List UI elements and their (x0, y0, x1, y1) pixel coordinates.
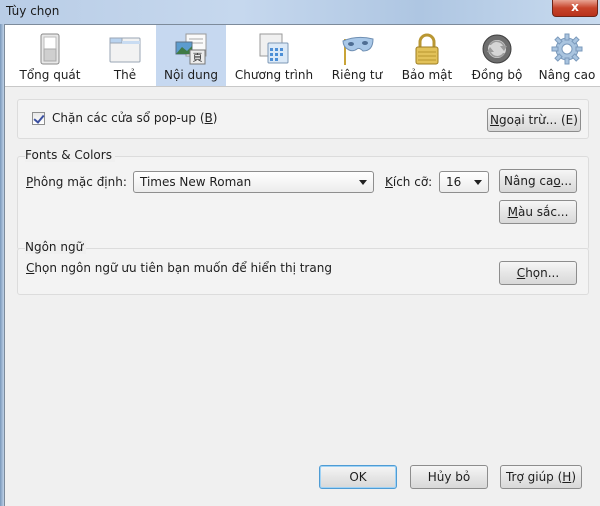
font-size-label: Kích cỡ: (385, 175, 433, 189)
content-icon: 頁 (173, 33, 209, 65)
svg-text:頁: 頁 (193, 52, 203, 64)
tab-tabs[interactable]: Thẻ (97, 25, 153, 86)
sync-icon (479, 33, 515, 65)
ok-button[interactable]: OK (319, 465, 397, 489)
colors-button[interactable]: Màu sắc... (499, 200, 577, 224)
title-bar: Tùy chọn x (0, 0, 600, 24)
popup-group: Chặn các cửa sổ pop-up (B) Ngoại trừ... … (17, 99, 589, 139)
block-popups-label: Chặn các cửa sổ pop-up (B) (52, 111, 218, 125)
help-button[interactable]: Trợ giúp (H) (500, 465, 582, 489)
tab-sync[interactable]: Đồng bộ (465, 25, 529, 86)
tab-tabs-label: Thẻ (113, 68, 137, 82)
tab-general[interactable]: Tổng quát (17, 25, 83, 86)
close-button[interactable]: x (552, 0, 598, 17)
fonts-colors-heading: Fonts & Colors (25, 148, 115, 162)
tab-advanced-label: Nâng cao (538, 68, 596, 82)
tab-applications-label: Chương trình (234, 68, 314, 82)
fonts-advanced-button[interactable]: Nâng cao... (499, 169, 577, 193)
tab-content-label: Nội dung (164, 68, 218, 82)
tab-sync-label: Đồng bộ (471, 68, 523, 82)
switch-icon (32, 33, 68, 65)
tabs-window-icon (107, 33, 143, 65)
padlock-icon (409, 33, 445, 65)
applications-icon (256, 33, 292, 65)
mask-icon (339, 33, 375, 65)
default-font-value: Times New Roman (140, 175, 252, 189)
gear-icon (549, 33, 585, 65)
exceptions-button[interactable]: Ngoại trừ... (E) (487, 108, 581, 132)
default-font-select[interactable]: Times New Roman (133, 171, 374, 193)
default-font-label: Phông mặc định: (26, 175, 127, 189)
font-size-select[interactable]: 16 (439, 171, 489, 193)
chevron-down-icon (474, 180, 482, 185)
tab-privacy[interactable]: Riêng tư (327, 25, 387, 86)
cancel-button[interactable]: Hủy bỏ (410, 465, 488, 489)
category-toolbar: Tổng quát Thẻ 頁 Nội dung Chương trình Ri… (5, 25, 600, 87)
tab-security[interactable]: Bảo mật (396, 25, 458, 86)
tab-advanced[interactable]: Nâng cao (535, 25, 599, 86)
language-description: Chọn ngôn ngữ ưu tiên bạn muốn để hiển t… (26, 261, 332, 275)
block-popups-checkbox[interactable] (32, 112, 45, 125)
window-title: Tùy chọn (6, 4, 60, 18)
close-icon: x (571, 0, 579, 14)
chevron-down-icon (359, 180, 367, 185)
tab-privacy-label: Riêng tư (331, 68, 383, 82)
font-size-value: 16 (446, 175, 462, 189)
choose-language-button[interactable]: Chọn... (499, 261, 577, 285)
options-dialog: Tổng quát Thẻ 頁 Nội dung Chương trình Ri… (4, 24, 600, 506)
tab-general-label: Tổng quát (19, 68, 81, 82)
tab-content[interactable]: 頁 Nội dung (156, 25, 226, 86)
tab-applications[interactable]: Chương trình (233, 25, 315, 86)
language-heading: Ngôn ngữ (25, 240, 87, 254)
tab-security-label: Bảo mật (401, 68, 453, 82)
